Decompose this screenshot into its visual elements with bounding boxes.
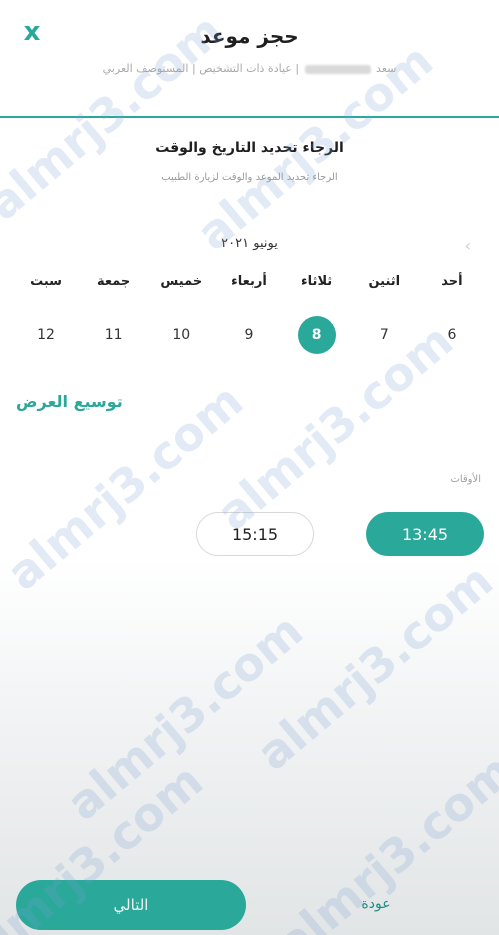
day-number[interactable]: 9 xyxy=(230,316,268,354)
header-divider xyxy=(0,116,499,118)
month-label: يونيو ٢٠٢١ xyxy=(221,236,278,251)
day-name: سبت xyxy=(30,274,62,289)
day-monday[interactable]: اثنين 7 xyxy=(356,274,412,354)
day-name: جمعة xyxy=(97,274,131,289)
time-slot-selected[interactable]: 13:45 xyxy=(366,512,484,556)
day-friday[interactable]: جمعة 11 xyxy=(86,274,142,354)
expand-view-link[interactable]: توسيع العرض xyxy=(16,392,123,411)
header: x حجز موعد سعد | عيادة ذات التشخيص | الم… xyxy=(0,0,499,120)
watermark-text: almrj3.com xyxy=(56,603,313,831)
watermark-text: almrj3.com xyxy=(246,553,499,781)
booking-screen: x حجز موعد سعد | عيادة ذات التشخيص | الم… xyxy=(0,0,499,935)
breadcrumb-hospital: المستوصف العربي xyxy=(102,62,189,75)
day-tuesday[interactable]: ثلاثاء 8 xyxy=(289,274,345,354)
day-sunday[interactable]: أحد 6 xyxy=(424,274,480,354)
day-name: ثلاثاء xyxy=(301,274,333,289)
blurred-text xyxy=(304,64,371,74)
day-number[interactable]: 12 xyxy=(27,316,65,354)
instruction-subtitle: الرجاء تحديد الموعد والوقت لزيارة الطبيب xyxy=(161,172,338,183)
time-slot[interactable]: 15:15 xyxy=(196,512,314,556)
day-number[interactable]: 10 xyxy=(162,316,200,354)
breadcrumb-separator: | xyxy=(191,62,196,75)
day-name: اثنين xyxy=(368,274,401,289)
day-number[interactable]: 7 xyxy=(365,316,403,354)
page-title: حجز موعد xyxy=(200,24,299,48)
day-number-selected[interactable]: 8 xyxy=(297,316,336,354)
instruction-title: الرجاء تحديد التاريخ والوقت xyxy=(155,140,344,156)
day-name: أربعاء xyxy=(231,274,267,289)
day-number[interactable]: 11 xyxy=(95,316,133,354)
breadcrumb-doctor: سعد xyxy=(376,62,397,75)
back-button[interactable]: عودة xyxy=(336,896,416,912)
breadcrumb-clinic: عيادة ذات التشخيص xyxy=(199,62,292,75)
day-name: خميس xyxy=(160,274,203,289)
breadcrumb-separator: | xyxy=(295,62,300,75)
day-saturday[interactable]: سبت 12 xyxy=(18,274,74,354)
breadcrumb: سعد | عيادة ذات التشخيص | المستوصف العرب… xyxy=(0,62,499,75)
times-label: الأوقات xyxy=(450,474,481,485)
day-wednesday[interactable]: أربعاء 9 xyxy=(221,274,277,354)
next-button[interactable]: التالي xyxy=(16,880,246,930)
day-thursday[interactable]: خميس 10 xyxy=(153,274,209,354)
day-number[interactable]: 6 xyxy=(433,316,471,354)
chevron-left-icon[interactable]: ‹ xyxy=(465,236,471,255)
day-picker: أحد 6 اثنين 7 ثلاثاء 8 أربعاء 9 خميس 10 … xyxy=(18,274,480,354)
day-name: أحد xyxy=(441,274,463,289)
